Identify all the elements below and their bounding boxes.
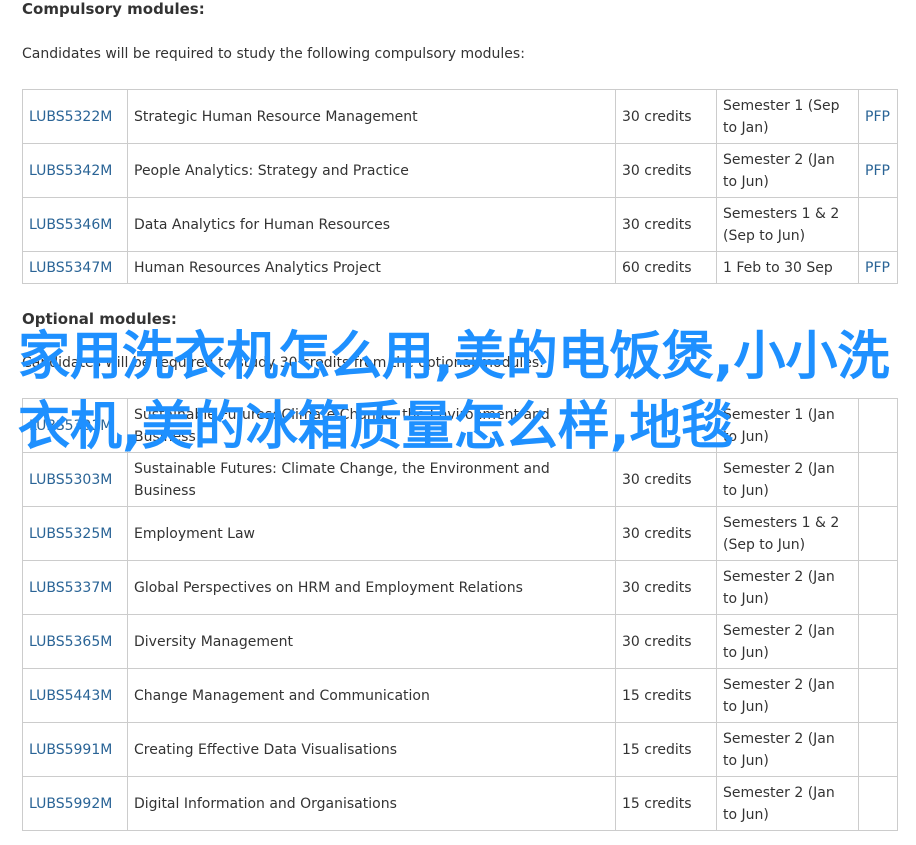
module-title: Change Management and Communication	[127, 668, 616, 723]
optional-heading: Optional modules:	[22, 310, 177, 328]
module-code-link[interactable]: LUBS5347M	[29, 260, 112, 276]
module-title: Employment Law	[127, 506, 616, 561]
table-row: LUBS5365M Diversity Management 30 credits S…	[22, 614, 898, 669]
module-spec-cell	[858, 776, 898, 831]
module-credits: 30 credits	[615, 452, 717, 507]
module-period: Semester 2 (Jan to Jun)	[716, 614, 859, 669]
module-period: Semesters 1 & 2 (Sep to Jun)	[716, 197, 859, 252]
module-spec-cell	[858, 197, 898, 252]
module-period: Semester 2 (Jan to Jun)	[716, 722, 859, 777]
module-code-link[interactable]: LUBS5325M	[29, 526, 112, 542]
module-title: Global Perspectives on HRM and Employmen…	[127, 560, 616, 615]
compulsory-heading: Compulsory modules:	[22, 0, 205, 18]
module-period: Semester 1 (Sep to Jan)	[716, 89, 859, 144]
module-credits: 30 credits	[615, 560, 717, 615]
module-spec-link[interactable]: PFP	[865, 109, 890, 125]
table-row: LUBS5347M Human Resources Analytics Proje…	[22, 251, 898, 284]
module-title: Creating Effective Data Visualisations	[127, 722, 616, 777]
module-code-cell: LUBS5337M	[22, 560, 128, 615]
module-code-link[interactable]: LUBS5301M	[29, 418, 112, 434]
module-credits: 15 credits	[615, 668, 717, 723]
module-spec-link[interactable]: PFP	[865, 163, 890, 179]
module-code-cell: LUBS5322M	[22, 89, 128, 144]
optional-intro: Candidates will be required to study 30 …	[22, 355, 544, 371]
module-code-cell: LUBS5347M	[22, 251, 128, 284]
module-period: Semester 1 (Jan to Jun)	[716, 398, 859, 453]
compulsory-intro: Candidates will be required to study the…	[22, 46, 525, 62]
table-row: LUBS5443M Change Management and Communica…	[22, 668, 898, 723]
module-period: Semester 2 (Jan to Jun)	[716, 143, 859, 198]
module-period: Semester 2 (Jan to Jun)	[716, 452, 859, 507]
module-code-cell: LUBS5992M	[22, 776, 128, 831]
module-spec-cell: PFP	[858, 89, 898, 144]
table-row: LUBS5991M Creating Effective Data Visuali…	[22, 722, 898, 777]
table-row: LUBS5325M Employment Law 30 credits Semeste…	[22, 506, 898, 561]
table-row: LUBS5992M Digital Information and Organis…	[22, 776, 898, 831]
module-period: Semester 2 (Jan to Jun)	[716, 668, 859, 723]
table-row: LUBS5342M People Analytics: Strategy and …	[22, 143, 898, 198]
module-period: Semester 2 (Jan to Jun)	[716, 776, 859, 831]
compulsory-table: LUBS5322M Strategic Human Resource Manage…	[22, 89, 898, 284]
module-credits: 15 credits	[615, 776, 717, 831]
module-title: Strategic Human Resource Management	[127, 89, 616, 144]
module-code-link[interactable]: LUBS5322M	[29, 109, 112, 125]
module-spec-cell: PFP	[858, 251, 898, 284]
module-code-link[interactable]: LUBS5303M	[29, 472, 112, 488]
module-credits: 30 credits	[615, 89, 717, 144]
module-spec-cell	[858, 722, 898, 777]
module-spec-cell	[858, 614, 898, 669]
module-credits: 30 credits	[615, 614, 717, 669]
module-code-cell: LUBS5365M	[22, 614, 128, 669]
module-credits: 30 credits	[615, 143, 717, 198]
module-code-link[interactable]: LUBS5991M	[29, 742, 112, 758]
module-code-link[interactable]: LUBS5443M	[29, 688, 112, 704]
module-title: Data Analytics for Human Resources	[127, 197, 616, 252]
module-spec-cell	[858, 560, 898, 615]
module-period: 1 Feb to 30 Sep	[716, 251, 859, 284]
module-code-cell: LUBS5325M	[22, 506, 128, 561]
module-code-cell: LUBS5346M	[22, 197, 128, 252]
module-spec-cell	[858, 506, 898, 561]
module-credits: 30 credits	[615, 506, 717, 561]
module-code-cell: LUBS5342M	[22, 143, 128, 198]
page: Compulsory modules: Candidates will be r…	[0, 0, 916, 845]
module-title: People Analytics: Strategy and Practice	[127, 143, 616, 198]
table-row: LUBS5346M Data Analytics for Human Resour…	[22, 197, 898, 252]
table-row: LUBS5303M Sustainable Futures: Climate Ch…	[22, 452, 898, 507]
module-code-cell: LUBS5303M	[22, 452, 128, 507]
module-code-link[interactable]: LUBS5337M	[29, 580, 112, 596]
module-title: Sustainable Futures: Climate Change, the…	[127, 452, 616, 507]
module-title: Diversity Management	[127, 614, 616, 669]
module-spec-cell	[858, 668, 898, 723]
module-title: Human Resources Analytics Project	[127, 251, 616, 284]
module-title: Digital Information and Organisations	[127, 776, 616, 831]
table-row: LUBS5322M Strategic Human Resource Manage…	[22, 89, 898, 144]
module-title: Sustainable Futures: Climate Change, the…	[127, 398, 616, 453]
optional-table: LUBS5301M Sustainable Futures: Climate Ch…	[22, 398, 898, 831]
module-credits: 30 credits	[615, 197, 717, 252]
module-spec-link[interactable]: PFP	[865, 260, 890, 276]
module-code-link[interactable]: LUBS5346M	[29, 217, 112, 233]
module-credits	[615, 398, 717, 453]
module-spec-cell	[858, 452, 898, 507]
module-period: Semesters 1 & 2 (Sep to Jun)	[716, 506, 859, 561]
module-code-link[interactable]: LUBS5342M	[29, 163, 112, 179]
module-code-link[interactable]: LUBS5992M	[29, 796, 112, 812]
table-row: LUBS5301M Sustainable Futures: Climate Ch…	[22, 398, 898, 453]
module-code-cell: LUBS5443M	[22, 668, 128, 723]
module-code-cell: LUBS5991M	[22, 722, 128, 777]
module-credits: 60 credits	[615, 251, 717, 284]
module-spec-cell	[858, 398, 898, 453]
module-period: Semester 2 (Jan to Jun)	[716, 560, 859, 615]
module-code-link[interactable]: LUBS5365M	[29, 634, 112, 650]
table-row: LUBS5337M Global Perspectives on HRM and …	[22, 560, 898, 615]
module-code-cell: LUBS5301M	[22, 398, 128, 453]
module-credits: 15 credits	[615, 722, 717, 777]
module-spec-cell: PFP	[858, 143, 898, 198]
